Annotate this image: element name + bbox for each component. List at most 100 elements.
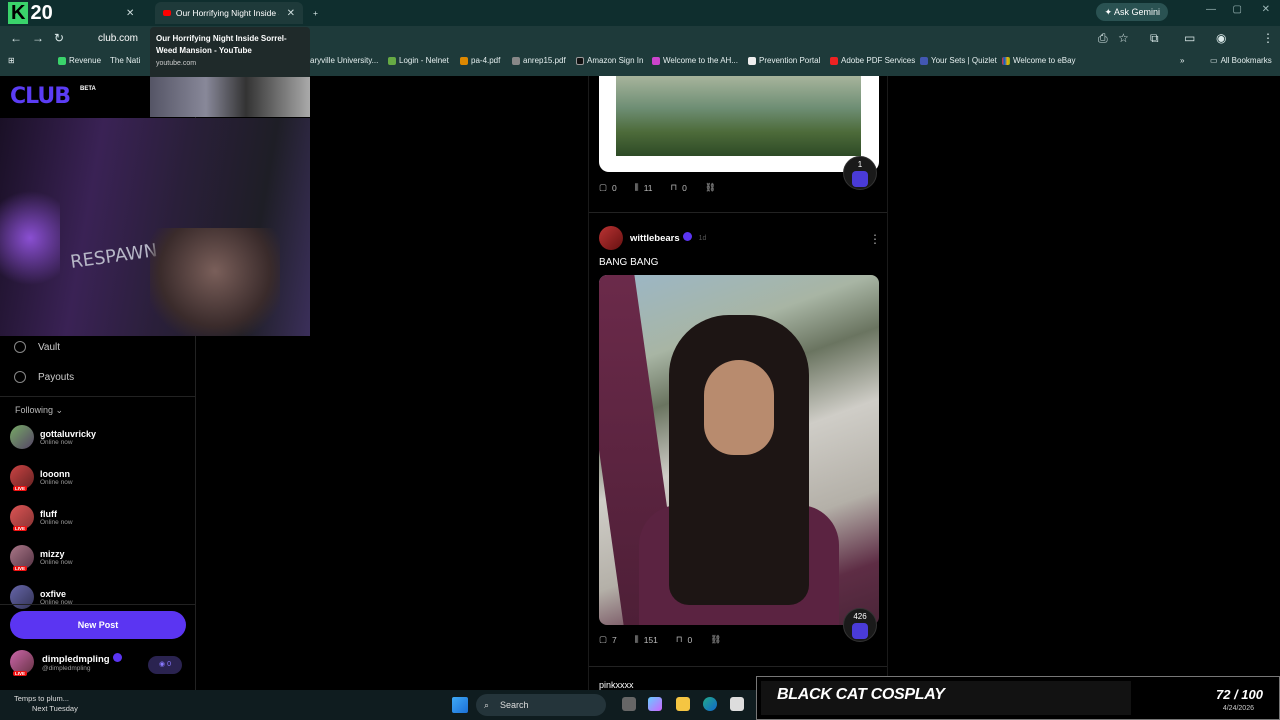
kick-viewer-badge: K 20 bbox=[8, 2, 53, 25]
sidebar-item-payouts[interactable]: Payouts bbox=[14, 371, 74, 383]
close-tab-icon[interactable]: ✕ bbox=[287, 8, 295, 19]
sidebar-item-vault[interactable]: Vault bbox=[14, 341, 60, 353]
divider bbox=[0, 396, 196, 397]
star-icon[interactable]: ☆ bbox=[1118, 31, 1129, 45]
following-item[interactable]: gottaluvricky Online now bbox=[10, 425, 96, 449]
bookmark-pa4[interactable]: pa-4.pdf bbox=[460, 56, 500, 65]
post-image[interactable] bbox=[599, 76, 879, 172]
stream-goal-bar: BLACK CAT COSPLAY 72 / 100 bbox=[756, 676, 1280, 720]
verified-icon bbox=[112, 652, 122, 662]
divider bbox=[589, 212, 887, 213]
unlock-badge[interactable]: 1 bbox=[843, 156, 877, 190]
verified-icon bbox=[682, 232, 692, 241]
bookmark-prevention[interactable]: Prevention Portal bbox=[748, 56, 820, 65]
pdf-icon bbox=[460, 56, 468, 65]
link-icon: ⛓ bbox=[704, 182, 716, 192]
bookmark-quizlet[interactable]: Your Sets | Quizlet bbox=[920, 56, 997, 65]
bookmark-anrep[interactable]: anrep15.pdf bbox=[512, 56, 566, 65]
coin-icon: ◉ bbox=[159, 661, 166, 668]
taskbar-search[interactable]: ⌕ Search bbox=[476, 694, 606, 716]
new-post-button[interactable]: New Post bbox=[10, 611, 186, 639]
search-icon: ⌕ bbox=[484, 700, 490, 710]
comment-button[interactable]: ▢ 7 bbox=[599, 634, 617, 645]
edge-icon[interactable] bbox=[703, 697, 717, 711]
views-count: ⫼ 151 bbox=[634, 634, 658, 645]
divider bbox=[589, 666, 887, 667]
bookmark-university[interactable]: aryville University... bbox=[310, 56, 378, 65]
bookmark-nati[interactable]: The Nati bbox=[110, 56, 140, 65]
maximize-icon[interactable]: ▢ bbox=[1233, 4, 1242, 15]
following-toggle[interactable]: Following ⌄ bbox=[15, 405, 63, 416]
extensions-icon[interactable]: ⧉ bbox=[1150, 31, 1159, 46]
bookmark-ah[interactable]: Welcome to the AH... bbox=[652, 56, 738, 65]
file-explorer-icon[interactable] bbox=[676, 697, 690, 711]
following-item[interactable]: oxfive Online now bbox=[10, 585, 73, 609]
all-bookmarks[interactable]: ▭ All Bookmarks bbox=[1210, 56, 1272, 65]
divider bbox=[0, 604, 196, 605]
copilot-icon[interactable] bbox=[648, 697, 662, 711]
club-logo[interactable]: CLUB bbox=[10, 84, 71, 109]
weather-widget[interactable]: Temps to plum... Next Tuesday bbox=[14, 694, 78, 714]
bookmark-nelnet[interactable]: Login - Nelnet bbox=[388, 56, 449, 65]
ask-gemini-button[interactable]: ✦ Ask Gemini bbox=[1096, 3, 1168, 21]
more-options-icon[interactable]: ⋮ bbox=[869, 232, 881, 246]
portal-icon bbox=[748, 56, 756, 65]
bookmark-button[interactable]: ⊓ 0 bbox=[671, 182, 687, 193]
live-badge: LIVE bbox=[13, 566, 28, 571]
store-icon[interactable] bbox=[730, 697, 744, 711]
webcam-overlay: RESPAWN bbox=[0, 118, 310, 336]
following-item[interactable]: LIVE fluff Online now bbox=[10, 505, 73, 531]
purple-light bbox=[0, 178, 60, 298]
ah-icon bbox=[652, 56, 660, 65]
coin-balance[interactable]: ◉ 0 bbox=[148, 656, 182, 674]
current-user[interactable]: LIVE dimpledmpling @dimpledmpling bbox=[10, 650, 122, 676]
hair bbox=[669, 315, 809, 605]
tab-youtube[interactable]: Our Horrifying Night Inside Sor ✕ bbox=[155, 2, 303, 24]
bookmark-button[interactable]: ⊓ 0 bbox=[676, 634, 692, 645]
back-icon[interactable]: ← bbox=[10, 31, 22, 45]
share-button[interactable]: ⛓ bbox=[705, 182, 716, 193]
bookmark-revenue[interactable]: Revenue bbox=[58, 56, 101, 65]
bookmark-icon: ⊓ bbox=[675, 634, 683, 644]
chevron-down-icon: ⌄ bbox=[55, 405, 64, 415]
dollar-icon bbox=[14, 371, 26, 383]
live-badge: LIVE bbox=[13, 671, 28, 676]
live-badge: LIVE bbox=[13, 486, 28, 491]
post-image[interactable] bbox=[599, 275, 879, 625]
lock-icon bbox=[852, 623, 868, 639]
post-header: wittlebears 1d bbox=[599, 226, 706, 250]
tab-bar: ✕ Our Horrifying Night Inside Sor ✕ + ✦ … bbox=[0, 0, 1280, 26]
following-item[interactable]: LIVE looonn Online now bbox=[10, 465, 73, 491]
install-icon[interactable]: ⎙ bbox=[1098, 31, 1108, 46]
post-author[interactable]: wittlebears bbox=[630, 232, 692, 244]
menu-icon[interactable]: ⋮ bbox=[1262, 31, 1274, 45]
close-tab-icon[interactable]: ✕ bbox=[126, 8, 134, 19]
avatar bbox=[10, 585, 34, 609]
post-time: 1d bbox=[698, 234, 707, 242]
feed: 1 ▢ 0 ⫼ 11 ⊓ 0 ⛓ wittlebears 1d ⋮ BANG BANG… bbox=[588, 76, 888, 690]
start-icon[interactable] bbox=[452, 697, 468, 713]
avatar[interactable] bbox=[599, 226, 623, 250]
apps-icon[interactable]: ⊞ bbox=[8, 56, 15, 65]
avatar: LIVE bbox=[10, 545, 34, 571]
comment-button[interactable]: ▢ 0 bbox=[599, 182, 617, 193]
youtube-icon bbox=[163, 10, 171, 16]
forward-icon[interactable]: → bbox=[32, 31, 44, 45]
task-view-icon[interactable] bbox=[622, 697, 636, 711]
new-tab-button[interactable]: + bbox=[305, 2, 326, 24]
reload-icon[interactable]: ↻ bbox=[54, 31, 64, 45]
quizlet-icon bbox=[920, 56, 928, 65]
amazon-icon bbox=[576, 56, 584, 65]
minimize-icon[interactable]: — bbox=[1206, 4, 1216, 15]
unlock-badge[interactable]: 426 bbox=[843, 608, 877, 642]
profile-icon[interactable]: ◉ bbox=[1216, 31, 1226, 45]
bookmark-ebay[interactable]: Welcome to eBay bbox=[1002, 56, 1076, 65]
cast-icon[interactable]: ▭ bbox=[1184, 31, 1195, 45]
bookmark-amazon[interactable]: Amazon Sign In bbox=[576, 56, 643, 65]
next-post-author[interactable]: pinkxxxx bbox=[599, 680, 634, 690]
bookmark-adobe[interactable]: Adobe PDF Services bbox=[830, 56, 915, 65]
bookmarks-overflow-icon[interactable]: » bbox=[1180, 56, 1184, 65]
share-button[interactable]: ⛓ bbox=[710, 634, 721, 645]
close-window-icon[interactable]: ✕ bbox=[1262, 4, 1270, 15]
following-item[interactable]: LIVE mizzy Online now bbox=[10, 545, 73, 571]
